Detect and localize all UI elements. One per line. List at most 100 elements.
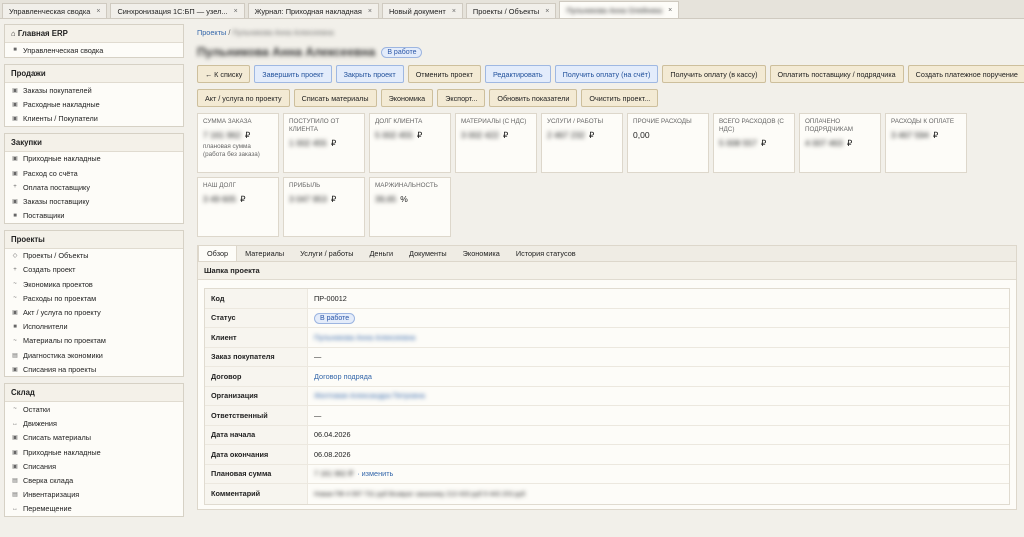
sidebar-group-title: Склад <box>5 384 183 403</box>
sidebar-item[interactable]: ↔ Перемещение <box>5 502 183 516</box>
field-row: Договор Договор подряда <box>205 367 1009 387</box>
field-value: — <box>314 352 322 362</box>
sidebar-item[interactable]: ~ Экономика проектов <box>5 277 183 291</box>
action-button[interactable]: Получить оплату (в кассу) <box>662 65 766 83</box>
close-icon[interactable]: × <box>668 7 672 14</box>
action-button[interactable]: Создать платежное поручение <box>907 65 1024 83</box>
sidebar-item[interactable]: ~ Материалы по проектам <box>5 334 183 348</box>
metric-currency: ₽ <box>846 138 853 148</box>
action-button[interactable]: Списать материалы <box>293 89 377 107</box>
metric-value-row: 2 467 232 ₽ <box>547 130 617 141</box>
detail-tab[interactable]: Экономика <box>455 246 508 261</box>
window-tab[interactable]: Управленческая сводка × <box>2 3 108 18</box>
metric-label: Маржинальность <box>375 182 438 189</box>
action-button[interactable]: Экспорт... <box>437 89 486 107</box>
main-content: Проекты / Пульникова Анна Алексеевна Пул… <box>197 28 1024 510</box>
detail-tab[interactable]: Услуги / работы <box>292 246 361 261</box>
field-value[interactable]: Договор подряда <box>314 372 372 381</box>
field-key: Статус <box>205 308 308 327</box>
sidebar-group-title[interactable]: ⌂ Главная ERP <box>5 25 183 43</box>
detail-tab[interactable]: История статусов <box>508 246 584 261</box>
window-tab[interactable]: Проекты / Объекты × <box>465 3 557 18</box>
sidebar-item[interactable]: ▣ Списать материалы <box>5 431 183 445</box>
close-icon[interactable]: × <box>234 8 238 15</box>
close-icon[interactable]: × <box>96 8 100 15</box>
metrics-grid: Сумма заказа 7 161 962 ₽ плановая сумма (ра… <box>197 113 1022 237</box>
sidebar-item[interactable]: ▣ Акт / услуга по проекту <box>5 305 183 319</box>
sidebar-item[interactable]: ▣ Расходные накладные <box>5 97 183 111</box>
metric-value-row: 3 047 953 ₽ <box>289 194 359 205</box>
close-icon[interactable]: × <box>452 8 456 15</box>
metric-currency: ₽ <box>240 194 246 204</box>
panel-title: Шапка проекта <box>198 262 1016 280</box>
breadcrumb-separator: / <box>228 28 231 37</box>
window-tab[interactable]: Журнал: Приходная накладная × <box>247 3 379 18</box>
field-value-wrap: Желтовая Александра Петровна <box>308 391 425 400</box>
detail-tab[interactable]: Обзор <box>198 246 238 261</box>
close-icon[interactable]: × <box>368 8 372 15</box>
field-value-wrap: Новая ПФ 4 597 731 руб Возврат заказчику… <box>308 489 525 498</box>
metric-note: плановая сумма (работа без заказа) <box>203 143 260 158</box>
action-button[interactable]: Получить оплату (на счёт) <box>554 65 659 83</box>
metric-value-row: 0,00 <box>633 130 703 140</box>
action-button[interactable]: Оплатить поставщику / подрядчика <box>769 65 904 83</box>
sidebar-item[interactable]: ▣ Расход со счёта <box>5 166 183 180</box>
action-button[interactable]: Отменить проект <box>407 65 481 83</box>
status-badge: В работе <box>381 46 423 58</box>
sidebar-item[interactable]: ■ Поставщики <box>5 209 183 223</box>
action-button[interactable]: Обновить показатели <box>489 89 578 107</box>
sidebar-item-icon: ~ <box>13 406 17 413</box>
field-value-wrap: В работе <box>308 313 356 325</box>
sidebar-item[interactable]: ▣ Заказы покупателей <box>5 83 183 97</box>
action-button[interactable]: Экономика <box>380 89 434 107</box>
breadcrumb-root-link[interactable]: Проекты <box>197 28 226 37</box>
sidebar-item[interactable]: ▣ Заказы поставщику <box>5 194 183 208</box>
detail-tab[interactable]: Деньги <box>361 246 401 261</box>
sidebar-item[interactable]: ▣ Списания <box>5 459 183 473</box>
edit-link[interactable]: · изменить <box>357 469 393 478</box>
sidebar-item-label: Создать проект <box>23 265 76 275</box>
metric-currency: ₽ <box>330 194 337 204</box>
sidebar-item-label: Заказы покупателей <box>23 85 92 95</box>
tab-label: Пульникова Анна Олейника <box>566 5 663 15</box>
window-tab[interactable]: Новый документ × <box>381 3 463 18</box>
close-icon[interactable]: × <box>545 8 549 15</box>
action-button[interactable]: Закрыть проект <box>335 65 404 83</box>
action-button[interactable]: ← К списку <box>197 65 251 83</box>
action-button[interactable]: Завершить проект <box>254 65 332 83</box>
action-buttons-row-2: Акт / услуга по проекту Списать материалы… <box>197 89 1017 107</box>
field-value[interactable]: Пульникова Анна Алексеевна <box>314 333 415 342</box>
window-tab[interactable]: Синхронизация 1С:БП — узел... × <box>110 3 245 18</box>
sidebar-item-icon: ▣ <box>12 101 18 108</box>
metric-value-row: 4 007 463 ₽ <box>805 138 875 149</box>
sidebar-item-icon: ■ <box>13 323 17 330</box>
window-tab[interactable]: Пульникова Анна Олейника × <box>559 1 680 18</box>
sidebar-item[interactable]: ↔ Движения <box>5 417 183 431</box>
metric-label: Долг клиента <box>375 118 423 125</box>
field-value-wrap: Пульникова Анна Алексеевна <box>308 333 415 342</box>
sidebar-item-icon: ▣ <box>12 198 18 205</box>
field-value: Новая ПФ 4 597 731 руб Возврат заказчику… <box>314 491 526 499</box>
sidebar-item[interactable]: ~ Расходы по проектам <box>5 291 183 305</box>
sidebar-item[interactable]: + Оплата поставщику <box>5 180 183 194</box>
sidebar-item[interactable]: ▣ Приходные накладные <box>5 445 183 459</box>
sidebar-item[interactable]: ▤ Диагностика экономики <box>5 348 183 362</box>
detail-tab[interactable]: Документы <box>401 246 455 261</box>
sidebar-item[interactable]: ▤ Инвентаризация <box>5 488 183 502</box>
field-value: ПР-00012 <box>314 293 347 303</box>
sidebar-item[interactable]: ◇ Проекты / Объекты <box>5 249 183 263</box>
action-button[interactable]: Акт / услуга по проекту <box>197 89 290 107</box>
sidebar-item[interactable]: ▣ Клиенты / Покупатели <box>5 112 183 126</box>
sidebar: ⌂ Главная ERP ■ Управленческая сводка Прода… <box>4 24 184 523</box>
sidebar-item[interactable]: ▣ Приходные накладные <box>5 152 183 166</box>
sidebar-item[interactable]: ▤ Сверка склада <box>5 473 183 487</box>
sidebar-item[interactable]: + Создать проект <box>5 263 183 277</box>
action-button[interactable]: Очистить проект... <box>581 89 659 107</box>
sidebar-item[interactable]: ■ Исполнители <box>5 320 183 334</box>
sidebar-item[interactable]: ~ Остатки <box>5 402 183 416</box>
sidebar-item[interactable]: ▣ Списания на проекты <box>5 362 183 376</box>
action-button[interactable]: Редактировать <box>484 65 551 83</box>
sidebar-item[interactable]: ■ Управленческая сводка <box>5 43 183 57</box>
field-value[interactable]: Желтовая Александра Петровна <box>314 391 425 400</box>
detail-tab[interactable]: Материалы <box>237 246 292 261</box>
